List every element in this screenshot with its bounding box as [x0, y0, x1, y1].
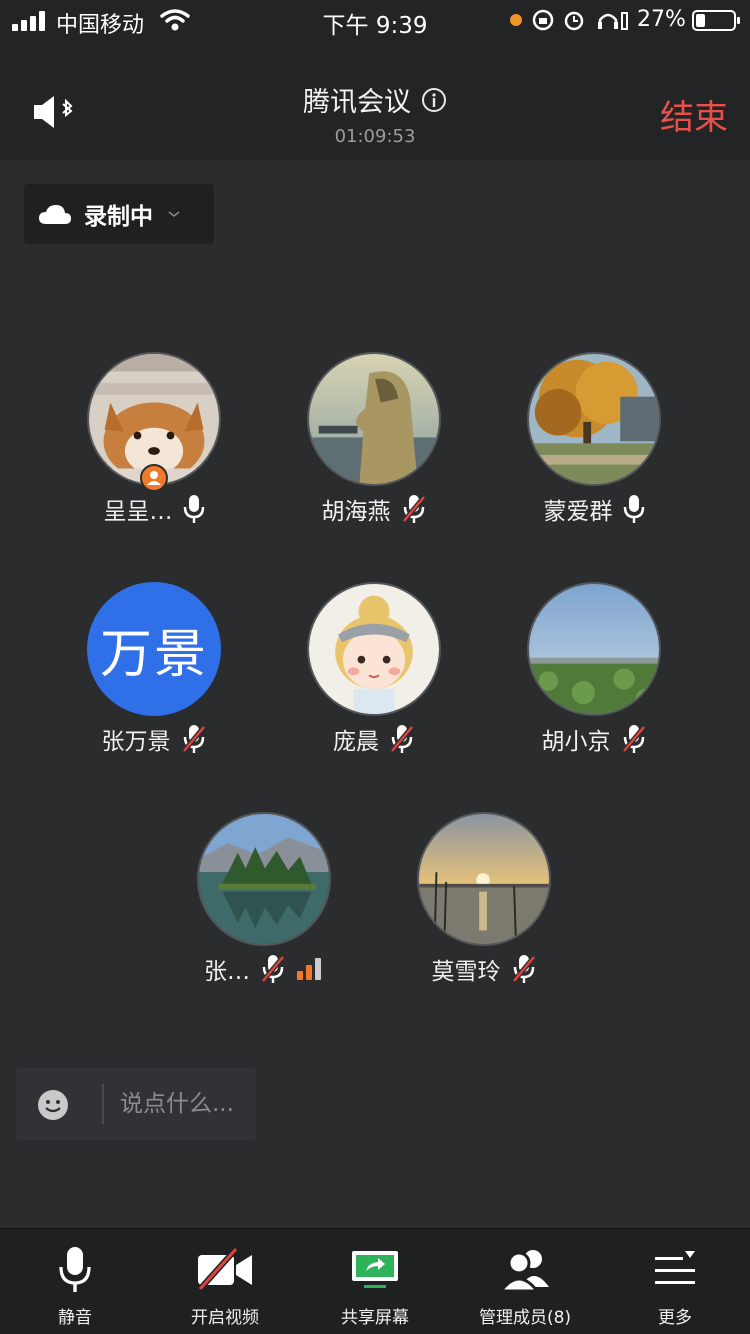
share-screen-label: 共享屏幕 — [341, 1308, 409, 1328]
bottom-toolbar: 静音 开启视频 共享屏幕 管理成员(8) 更多 — [0, 1228, 750, 1334]
more-button[interactable]: 更多 — [600, 1229, 750, 1334]
emoji-icon[interactable] — [36, 1088, 70, 1122]
meeting-title-text: 腾讯会议 — [303, 87, 411, 118]
participant-tile[interactable]: 胡海燕 — [264, 352, 484, 552]
participant-avatar — [197, 812, 331, 946]
participant-avatar — [307, 582, 441, 716]
more-label: 更多 — [658, 1308, 692, 1328]
participant-tile[interactable]: 莫雪玲 — [374, 812, 594, 1012]
participant-name: 蒙爱群 — [543, 499, 613, 525]
mic-muted-icon — [181, 725, 206, 753]
participant-tile[interactable]: 蒙爱群 — [484, 352, 704, 552]
start-video-label: 开启视频 — [191, 1308, 259, 1328]
start-video-button[interactable]: 开启视频 — [150, 1229, 300, 1334]
participant-tile[interactable]: 呈呈… — [44, 352, 264, 552]
weak-signal-icon — [297, 958, 321, 980]
participant-tile[interactable]: 庞晨 — [264, 582, 484, 782]
members-icon — [497, 1250, 549, 1293]
participant-avatar — [307, 352, 441, 486]
mic-muted-icon — [621, 725, 646, 753]
info-icon[interactable] — [421, 87, 447, 113]
share-screen-icon — [352, 1251, 398, 1288]
cloud-icon — [39, 205, 71, 224]
video-off-icon — [197, 1246, 252, 1292]
share-screen-button[interactable]: 共享屏幕 — [300, 1229, 450, 1334]
recording-label: 录制中 — [84, 204, 153, 230]
mic-muted-icon — [390, 725, 414, 753]
participant-tile[interactable]: 胡小京 — [484, 582, 704, 782]
battery-percent: 27% — [637, 7, 686, 32]
mute-label: 静音 — [58, 1308, 92, 1328]
status-bar: 中国移动 下午 9:39 27% — [0, 0, 750, 42]
host-badge-icon — [140, 464, 168, 492]
meeting-timer: 01:09:53 — [334, 126, 416, 147]
participant-name: 呈呈… — [103, 499, 173, 525]
chevron-down-icon — [168, 211, 180, 218]
more-menu-icon — [655, 1251, 695, 1284]
mute-button[interactable]: 静音 — [0, 1229, 150, 1334]
participant-name: 胡小京 — [541, 729, 611, 755]
end-meeting-button[interactable]: 结束 — [660, 90, 728, 139]
participant-avatar — [527, 582, 661, 716]
mic-muted-icon — [511, 955, 536, 983]
participant-avatar — [417, 812, 551, 946]
status-indicators-icon — [510, 9, 628, 31]
participant-tile[interactable]: 万景 张万景 — [44, 582, 264, 782]
manage-members-button[interactable]: 管理成员(8) — [450, 1229, 600, 1334]
microphone-icon — [59, 1247, 91, 1292]
participant-avatar: 万景 — [87, 582, 221, 716]
mic-on-icon — [183, 495, 204, 523]
chat-input[interactable] — [120, 1086, 250, 1122]
chat-divider — [102, 1084, 104, 1124]
participant-tile[interactable]: 张… — [154, 812, 374, 1012]
mic-muted-icon — [401, 495, 426, 523]
mic-on-icon — [623, 495, 644, 523]
mic-muted-icon — [261, 955, 285, 983]
battery-icon — [692, 10, 740, 31]
manage-members-label: 管理成员(8) — [478, 1308, 572, 1328]
participant-name: 张… — [204, 959, 250, 985]
recording-indicator[interactable]: 录制中 — [24, 184, 214, 244]
chat-input-box[interactable] — [16, 1068, 256, 1140]
participant-avatar — [527, 352, 661, 486]
participant-name: 胡海燕 — [321, 499, 391, 525]
participant-name: 庞晨 — [333, 729, 379, 755]
participant-name: 莫雪玲 — [431, 959, 501, 985]
participant-name: 张万景 — [101, 729, 171, 755]
meeting-title: 腾讯会议 — [0, 80, 750, 119]
